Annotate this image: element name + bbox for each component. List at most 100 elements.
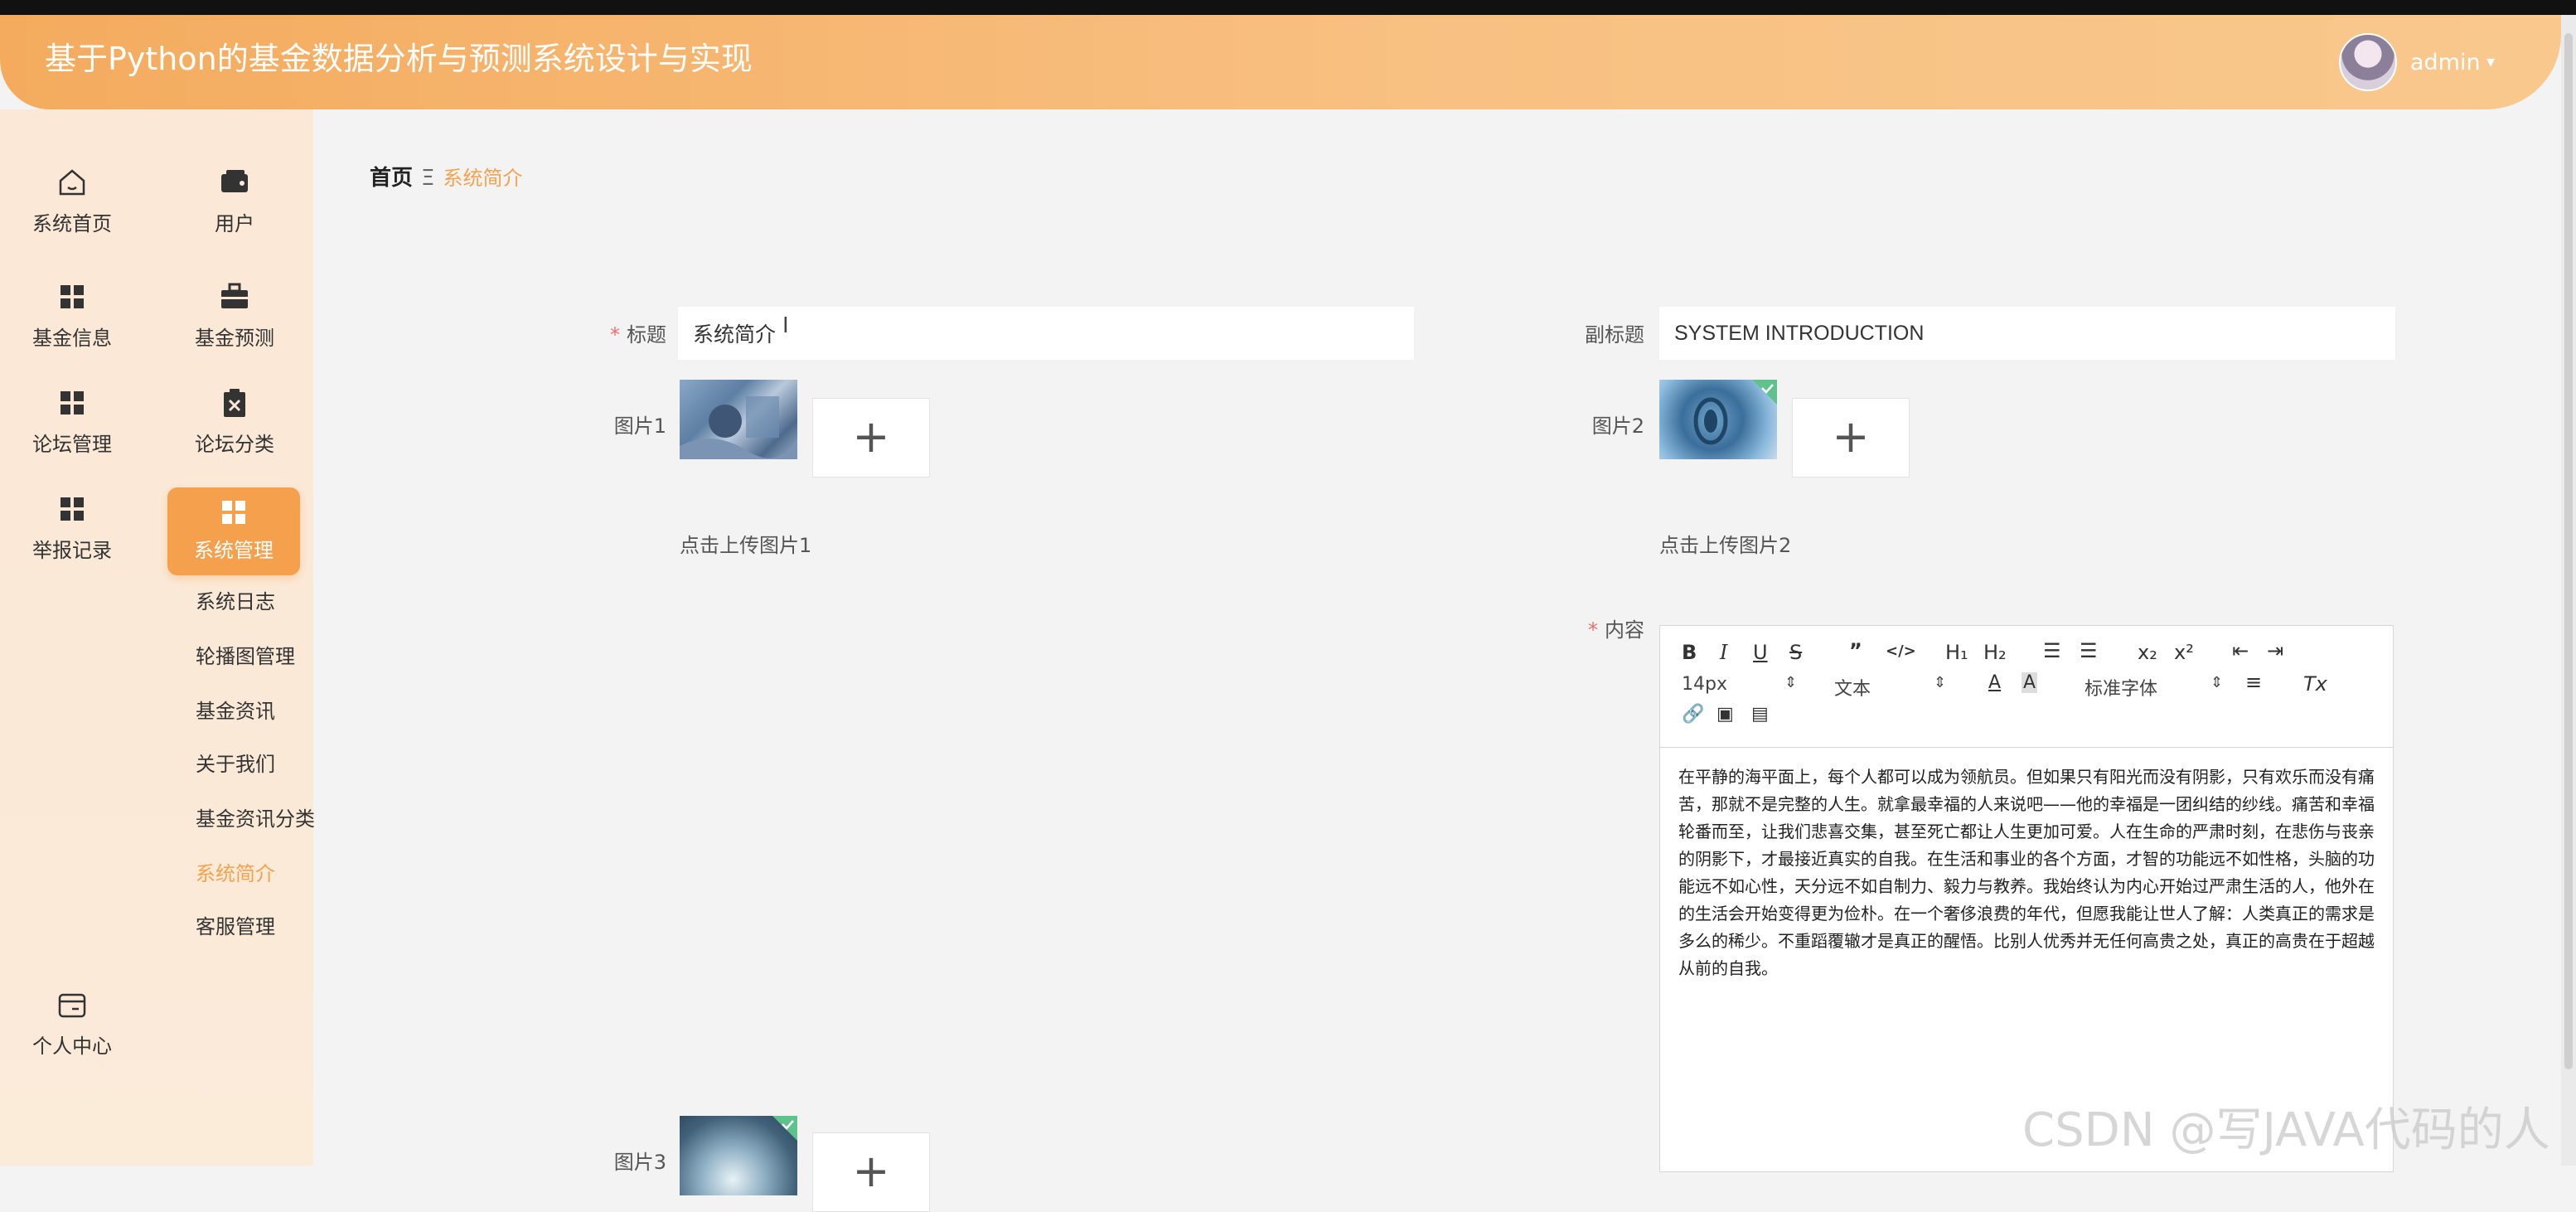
sidebar-item-label: 个人中心: [32, 1035, 112, 1058]
content-label: * 内容: [1558, 613, 1644, 642]
text-cursor-icon: I: [782, 313, 789, 338]
heading1-icon[interactable]: H₁: [1945, 641, 1968, 664]
editor-toolbar: B I U S ” </> H₁ H₂ ☰ ☰ x₂ x² ⇤ ⇥ 14px ⇕…: [1660, 626, 2393, 748]
image2-upload-hint: 点击上传图片2: [1659, 534, 1792, 557]
video-icon[interactable]: ▤: [1751, 704, 1769, 725]
image2-thumbnail[interactable]: [1659, 380, 1777, 459]
subtitle-input[interactable]: [1659, 307, 2395, 360]
required-mark: *: [1588, 618, 1598, 642]
content-label-text: 内容: [1605, 618, 1644, 642]
editor-content[interactable]: 在平静的海平面上，每个人都可以成为领航员。但如果只有阳光而没有阴影，只有欢乐而没…: [1678, 764, 2376, 982]
submenu-item[interactable]: 基金资讯分类: [196, 802, 315, 831]
background-color-icon[interactable]: A: [2022, 672, 2038, 693]
font-color-icon[interactable]: A: [1988, 672, 2001, 693]
user-menu-name[interactable]: admin: [2410, 50, 2481, 75]
submenu-item[interactable]: 轮播图管理: [196, 640, 295, 669]
image3-thumbnail[interactable]: [680, 1116, 797, 1195]
block-type-select[interactable]: 文本: [1834, 674, 1871, 701]
ordered-list-icon[interactable]: ☰: [2043, 639, 2061, 662]
wallet-icon: [221, 170, 248, 192]
caret-down-icon[interactable]: ▾: [2486, 51, 2495, 71]
subscript-icon[interactable]: x₂: [2138, 641, 2157, 664]
clipboard-icon: [224, 389, 245, 417]
briefcase-icon: [221, 283, 248, 308]
font-family-select[interactable]: 标准字体: [2085, 674, 2157, 701]
superscript-icon[interactable]: x²: [2174, 641, 2194, 664]
app-header: 基于Python的基金数据分析与预测系统设计与实现 admin ▾: [0, 15, 2561, 109]
submenu-item[interactable]: 基金资讯: [196, 695, 275, 724]
sidebar-item-home[interactable]: 系统首页: [2, 166, 143, 236]
grid-icon: [222, 501, 245, 524]
align-icon[interactable]: ≡: [2245, 671, 2262, 694]
scrollbar-thumb[interactable]: [2564, 33, 2573, 1069]
submenu-item[interactable]: 客服管理: [196, 910, 275, 939]
clear-format-icon[interactable]: Tx: [2303, 672, 2327, 696]
sidebar-item-forum-category[interactable]: 论坛分类: [164, 386, 305, 457]
indent-icon[interactable]: ⇥: [2267, 639, 2283, 662]
grid-icon: [61, 391, 84, 415]
submenu-item-active[interactable]: 系统简介: [196, 857, 275, 886]
underline-icon[interactable]: U: [1753, 641, 1768, 664]
image3-picture-icon: [772, 1116, 797, 1141]
sidebar: 系统首页 用户 基金信息 基金预测 论坛管理 论坛分类 举报记录 系统管理 系统…: [0, 109, 315, 1166]
sidebar-item-label: 举报记录: [32, 539, 112, 562]
image1-thumbnail[interactable]: [680, 380, 797, 459]
image1-upload-button[interactable]: +: [812, 398, 930, 478]
image2-picture-icon: [1693, 380, 1777, 445]
italic-icon[interactable]: I: [1720, 641, 1727, 664]
sidebar-item-report-records[interactable]: 举报记录: [2, 492, 143, 563]
grid-icon: [61, 497, 84, 521]
window-top-bar: [0, 0, 2576, 15]
sidebar-item-fund-info[interactable]: 基金信息: [2, 280, 143, 351]
required-mark: *: [610, 323, 620, 347]
card-icon: [58, 993, 86, 1018]
breadcrumb: 首页 Ξ 系统简介: [370, 161, 522, 191]
submenu-item[interactable]: 系统日志: [196, 585, 275, 614]
subtitle-label: 副标题: [1585, 323, 1644, 347]
sidebar-item-label: 论坛管理: [32, 433, 112, 456]
bullet-list-icon[interactable]: ☰: [2080, 639, 2098, 662]
code-block-icon[interactable]: </>: [1886, 642, 1916, 660]
image1-upload-hint: 点击上传图片1: [680, 534, 812, 557]
user-avatar[interactable]: [2339, 33, 2397, 91]
home-icon: [59, 169, 85, 196]
sidebar-item-users[interactable]: 用户: [164, 166, 305, 236]
sidebar-item-fund-forecast[interactable]: 基金预测: [164, 280, 305, 351]
sidebar-item-label: 用户: [215, 212, 254, 235]
breadcrumb-current: 系统简介: [443, 167, 523, 190]
submenu-item[interactable]: 关于我们: [196, 748, 275, 777]
breadcrumb-separator-icon: Ξ: [421, 166, 435, 191]
blockquote-icon[interactable]: ”: [1849, 639, 1862, 662]
image1-picture-icon: [680, 396, 797, 459]
image1-label: 图片1: [613, 415, 666, 438]
sidebar-item-personal-center[interactable]: 个人中心: [2, 988, 143, 1059]
rich-text-editor[interactable]: B I U S ” </> H₁ H₂ ☰ ☰ x₂ x² ⇤ ⇥ 14px ⇕…: [1659, 625, 2394, 1172]
image2-upload-button[interactable]: +: [1792, 398, 1910, 478]
sidebar-item-system-manage[interactable]: 系统管理: [167, 487, 300, 575]
sidebar-item-label: 基金预测: [195, 327, 274, 350]
heading2-icon[interactable]: H₂: [1983, 641, 2007, 664]
app-title: 基于Python的基金数据分析与预测系统设计与实现: [45, 41, 753, 77]
font-size-select[interactable]: 14px: [1682, 674, 1727, 695]
sidebar-item-label: 论坛分类: [195, 433, 274, 456]
title-label: * 标题: [580, 318, 666, 347]
bold-icon[interactable]: B: [1682, 641, 1697, 664]
watermark: CSDN @写JAVA代码的人: [2022, 1103, 2550, 1157]
sidebar-item-label: 系统管理: [194, 539, 274, 562]
grid-icon: [61, 285, 84, 308]
strikethrough-icon[interactable]: S: [1789, 641, 1802, 664]
sort-arrows-icon: ⇕: [1934, 674, 1947, 691]
image3-upload-button[interactable]: +: [812, 1132, 930, 1212]
outdent-icon[interactable]: ⇤: [2232, 639, 2249, 662]
image2-label: 图片2: [1591, 415, 1644, 438]
title-label-text: 标题: [627, 323, 666, 347]
sort-arrows-icon: ⇕: [1784, 674, 1798, 691]
sidebar-item-forum-manage[interactable]: 论坛管理: [2, 386, 143, 457]
link-icon[interactable]: 🔗: [1682, 704, 1704, 725]
breadcrumb-home[interactable]: 首页: [370, 166, 413, 191]
sidebar-item-label: 基金信息: [32, 327, 112, 350]
sidebar-item-label: 系统首页: [32, 212, 112, 235]
image3-label: 图片3: [613, 1151, 666, 1174]
sort-arrows-icon: ⇕: [2210, 674, 2224, 691]
image-icon[interactable]: ▣: [1717, 704, 1734, 725]
